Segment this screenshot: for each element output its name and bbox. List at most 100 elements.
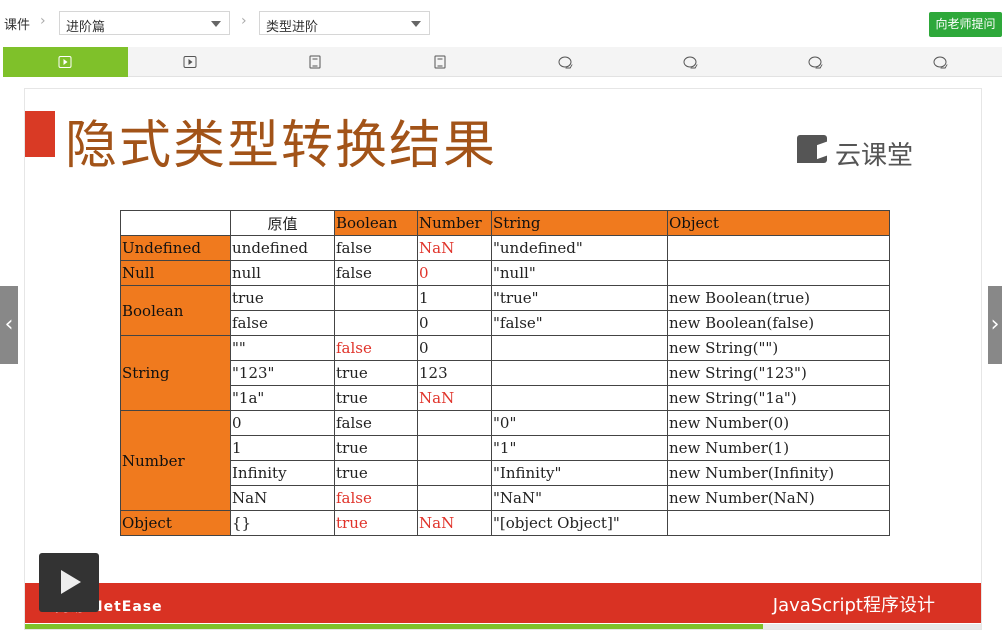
tab-8[interactable]	[877, 47, 1002, 77]
tab-5[interactable]	[503, 47, 628, 77]
table-cell: "1a"	[230, 385, 335, 411]
row-type-header: Object	[120, 510, 231, 536]
play-icon	[58, 56, 72, 68]
tab-7[interactable]	[752, 47, 877, 77]
play-button[interactable]	[39, 553, 99, 612]
table-row: "123" true 123 new String("123")	[121, 360, 890, 386]
table-cell: 0	[230, 410, 335, 436]
table-cell: ""	[230, 335, 335, 361]
table-cell	[417, 460, 492, 486]
top-bar: 课件 › 进阶篇 › 类型进阶 向老师提问	[0, 0, 1002, 46]
breadcrumb-root[interactable]: 课件	[4, 14, 30, 33]
resource-tabs	[3, 47, 1002, 77]
course-player-page: 课件 › 进阶篇 › 类型进阶 向老师提问 隐式类型转换结果 云课堂 原值 Boo…	[0, 0, 1002, 630]
table-cell: new Boolean(true)	[667, 285, 890, 311]
table-cell	[491, 360, 668, 386]
caret-down-icon	[211, 21, 221, 27]
slide-title: 隐式类型转换结果	[65, 116, 498, 176]
tab-4[interactable]	[378, 47, 503, 77]
table-cell: "1"	[491, 435, 668, 461]
play-icon	[183, 56, 197, 68]
table-cell: new String("")	[667, 335, 890, 361]
table-cell: "[object Object]"	[491, 510, 668, 536]
table-cell	[491, 385, 668, 411]
chat-icon	[933, 56, 947, 68]
table-cell	[667, 510, 890, 536]
column-header: Number	[417, 210, 492, 236]
row-type-header: Boolean	[120, 285, 231, 336]
document-icon	[434, 55, 446, 69]
ask-teacher-button[interactable]: 向老师提问	[929, 12, 1002, 37]
row-type-header: Number	[120, 410, 231, 511]
table-cell: true	[334, 385, 418, 411]
table-cell: false	[334, 485, 418, 511]
table-row: Object{} true NaN "[object Object]"	[120, 510, 890, 536]
table-cell: 1	[417, 285, 492, 311]
table-row: 1 true "1" new Number(1)	[121, 435, 890, 461]
table-cell: {}	[230, 510, 335, 536]
table-cell: new Boolean(false)	[667, 310, 890, 336]
tab-3[interactable]	[253, 47, 378, 77]
table-cell: 0	[417, 260, 492, 286]
title-accent-bar	[25, 111, 55, 157]
table-cell: "false"	[491, 310, 668, 336]
table-cell	[491, 335, 668, 361]
table-row: Undefined undefined false NaN "undefined"	[120, 235, 890, 261]
table-cell: new Number(0)	[667, 410, 890, 436]
course-select[interactable]: 进阶篇	[59, 11, 230, 35]
chevron-right-icon: ›	[40, 13, 46, 29]
video-progress-bar[interactable]	[25, 624, 981, 629]
table-cell: true	[334, 360, 418, 386]
table-cell: 0	[417, 335, 492, 361]
table-row: Boolean true 1 "true" new Boolean(true)	[120, 285, 890, 336]
footer-band: 网易 NetEase JavaScript程序设计	[25, 583, 981, 623]
table-cell: 1	[230, 435, 335, 461]
table-cell: null	[230, 260, 335, 286]
column-header: Object	[667, 210, 890, 236]
row-type-header: Undefined	[120, 235, 231, 261]
next-slide-button[interactable]: ›	[988, 286, 1002, 364]
table-cell	[667, 235, 890, 261]
tab-2[interactable]	[128, 47, 253, 77]
table-row: Infinity true "Infinity" new Number(Infinit…	[121, 460, 890, 486]
chat-icon	[683, 56, 697, 68]
video-progress-fill	[25, 624, 763, 629]
course-name: JavaScript程序设计	[772, 595, 935, 616]
table-cell: true	[334, 510, 418, 536]
row-type-header: Null	[120, 260, 231, 286]
table-cell: NaN	[417, 385, 492, 411]
table-cell: "0"	[491, 410, 668, 436]
document-icon	[309, 55, 321, 69]
table-cell: NaN	[230, 485, 335, 511]
column-header: String	[491, 210, 668, 236]
table-cell: false	[334, 410, 418, 436]
table-cell: "NaN"	[491, 485, 668, 511]
conversion-table: 原值 Boolean Number String Object Undefined unde…	[120, 210, 890, 536]
chapter-select[interactable]: 类型进阶	[259, 11, 430, 35]
table-row: Null null false 0 "null"	[120, 260, 890, 286]
chat-icon	[558, 56, 572, 68]
table-cell: new String("123")	[667, 360, 890, 386]
table-cell: false	[230, 310, 335, 336]
table-cell: 0	[417, 310, 492, 336]
tab-6[interactable]	[627, 47, 752, 77]
course-select-value: 进阶篇	[66, 20, 106, 35]
tab-1[interactable]	[3, 47, 128, 77]
row-type-header: String	[120, 335, 231, 411]
table-cell: new Number(1)	[667, 435, 890, 461]
table-cell: undefined	[230, 235, 335, 261]
chevron-right-icon: ›	[241, 13, 247, 29]
column-header: 原值	[230, 210, 335, 236]
chat-icon	[808, 56, 822, 68]
table-cell	[667, 260, 890, 286]
chapter-select-value: 类型进阶	[266, 20, 319, 35]
table-cell: 123	[417, 360, 492, 386]
column-header: Boolean	[334, 210, 418, 236]
caret-down-icon	[411, 21, 421, 27]
table-row: false 0 "false" new Boolean(false)	[121, 310, 890, 336]
table-cell	[417, 435, 492, 461]
table-cell: NaN	[417, 510, 492, 536]
previous-slide-button[interactable]: ‹	[0, 286, 18, 364]
table-cell: Infinity	[230, 460, 335, 486]
table-row: "1a" true NaN new String("1a")	[121, 385, 890, 411]
